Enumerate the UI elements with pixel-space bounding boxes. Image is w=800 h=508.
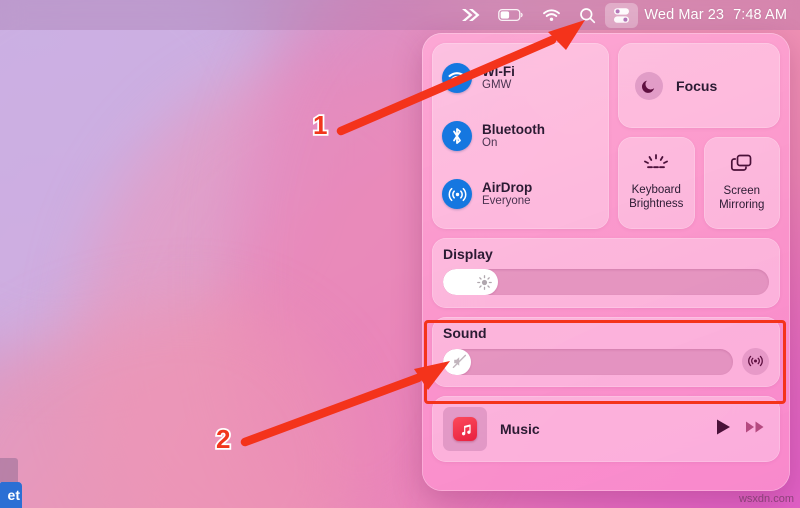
bluetooth-label: Bluetooth [482, 121, 545, 137]
screen-mirroring-tile[interactable]: Screen Mirroring [703, 137, 781, 229]
bluetooth-status: On [482, 137, 498, 150]
menubar-time: 7:48 AM [733, 7, 787, 23]
display-title: Display [443, 246, 493, 262]
music-module: Music [432, 396, 780, 462]
music-app-icon [453, 417, 477, 441]
wifi-status: GMW [482, 78, 512, 91]
annotation-number-2: 2 [214, 422, 232, 456]
airdrop-control[interactable]: AirDrop Everyone [442, 179, 599, 210]
watermark: wsxdn.com [738, 493, 794, 505]
wifi-label: Wi-Fi [482, 63, 515, 79]
bluetooth-control[interactable]: Bluetooth On [442, 120, 599, 151]
focus-module[interactable]: Focus [618, 43, 780, 128]
music-controls [715, 418, 766, 441]
airdrop-icon [442, 179, 472, 210]
play-button[interactable] [715, 418, 732, 441]
brightness-icon [477, 274, 493, 290]
airdrop-status: Everyone [482, 195, 531, 208]
battery-icon[interactable] [489, 3, 533, 27]
music-artwork [443, 407, 487, 451]
wifi-icon [442, 62, 472, 93]
moon-icon [635, 71, 664, 100]
search-icon[interactable] [570, 3, 605, 27]
fast-forward-button[interactable] [745, 420, 766, 439]
wifi-icon[interactable] [533, 3, 570, 27]
screen-mirroring-icon [730, 153, 754, 178]
menubar-date: Wed Mar 23 [644, 7, 725, 23]
connectivity-module: Wi-Fi GMW Bluetooth On AirDrop Everyone [432, 43, 610, 229]
music-app-label: Music [500, 421, 540, 437]
fast-forward-icon[interactable] [452, 3, 489, 27]
taskbar-chip[interactable]: et [0, 482, 22, 508]
keyboard-brightness-label: Keyboard Brightness [629, 183, 684, 210]
tile-row: Keyboard Brightness Screen Mirroring [618, 137, 781, 229]
menu-bar: Wed Mar 23 7:48 AM [0, 0, 800, 30]
sound-highlight-box [424, 320, 786, 404]
menubar-clock[interactable]: Wed Mar 23 7:48 AM [638, 7, 791, 23]
display-module: Display [432, 238, 780, 308]
keyboard-brightness-icon [642, 154, 670, 177]
bluetooth-icon [442, 120, 472, 151]
dock-item-partial [0, 458, 18, 482]
control-center-panel: Wi-Fi GMW Bluetooth On AirDrop Everyone … [422, 33, 790, 491]
airdrop-label: AirDrop [482, 180, 533, 196]
focus-label: Focus [676, 77, 718, 94]
control-center-icon[interactable] [605, 2, 639, 28]
screen-mirroring-label: Screen Mirroring [719, 184, 765, 211]
display-brightness-slider[interactable] [443, 269, 769, 295]
right-column: Focus Keyboard Brightness Screen Mirrori… [618, 43, 781, 229]
desktop-screen: Wed Mar 23 7:48 AM Wi-Fi GMW Bluetooth O… [0, 0, 800, 508]
keyboard-brightness-tile[interactable]: Keyboard Brightness [618, 137, 695, 229]
wifi-control[interactable]: Wi-Fi GMW [442, 62, 599, 93]
annotation-number-1: 1 [311, 108, 329, 142]
